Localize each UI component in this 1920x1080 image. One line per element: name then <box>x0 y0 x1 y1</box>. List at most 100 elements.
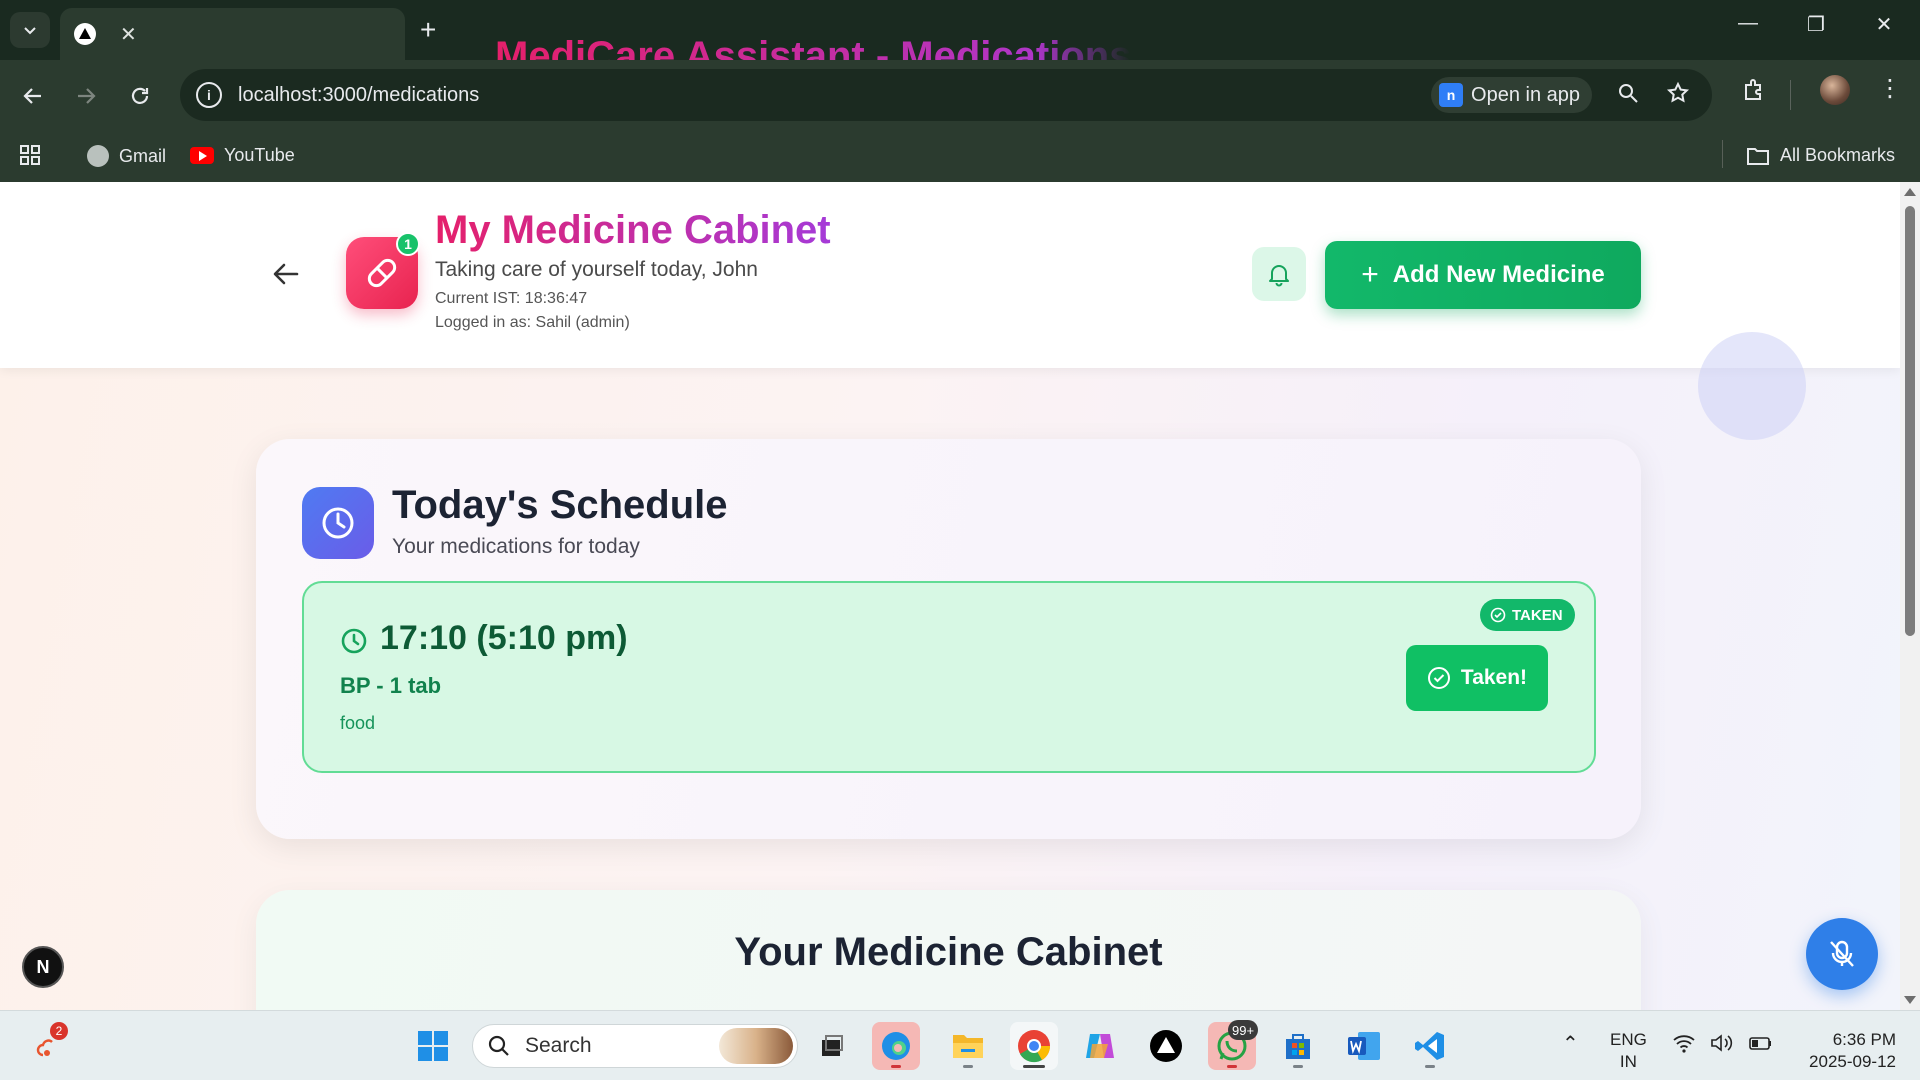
tab-close-icon[interactable]: ✕ <box>120 22 137 47</box>
app-logo-icon: n <box>1439 83 1464 107</box>
taskbar-whatsapp[interactable]: 99+ <box>1208 1020 1259 1070</box>
apps-grid-icon[interactable] <box>18 143 42 167</box>
page-scrollbar[interactable] <box>1900 182 1920 1010</box>
bookmark-youtube[interactable]: YouTube <box>190 145 295 166</box>
chrome-icon <box>1018 1030 1051 1063</box>
widgets-badge: 2 <box>50 1022 68 1040</box>
bookmark-label: Gmail <box>119 145 167 166</box>
taskbar-edge[interactable] <box>872 1022 920 1070</box>
language-indicator[interactable]: ENG IN <box>1610 1029 1647 1073</box>
todays-schedule-card: Today's Schedule Your medications for to… <box>256 439 1641 839</box>
forward-nav-button[interactable] <box>68 78 104 114</box>
windows-logo-icon <box>418 1031 448 1061</box>
triangle-app-icon <box>1150 1030 1182 1062</box>
scrollbar-thumb[interactable] <box>1905 206 1915 636</box>
site-info-icon[interactable]: i <box>196 82 222 108</box>
browser-menu-icon[interactable]: ⋮ <box>1878 74 1902 103</box>
plus-icon: + <box>1361 258 1379 291</box>
back-button[interactable] <box>268 256 304 292</box>
notifications-button[interactable] <box>1252 247 1306 301</box>
task-view-button[interactable] <box>808 1022 856 1070</box>
chevron-down-icon <box>24 27 36 35</box>
back-nav-button[interactable] <box>15 78 51 114</box>
taskbar-store[interactable] <box>1274 1022 1322 1070</box>
extensions-icon[interactable] <box>1741 77 1767 103</box>
reload-button[interactable] <box>122 78 158 114</box>
taskbar-word[interactable] <box>1340 1022 1388 1070</box>
mark-taken-button[interactable]: Taken! <box>1406 645 1548 711</box>
taskbar-search[interactable]: Search <box>472 1024 798 1068</box>
region-code: IN <box>1619 1052 1637 1071</box>
address-bar[interactable]: i localhost:3000/medications n Open in a… <box>180 69 1712 121</box>
all-bookmarks-button[interactable]: All Bookmarks <box>1746 145 1895 166</box>
search-highlight-image <box>719 1028 793 1064</box>
toolbar-divider <box>1790 80 1791 110</box>
copilot-icon <box>1086 1034 1114 1058</box>
dose-note: food <box>340 713 376 733</box>
bookmark-gmail[interactable]: Gmail <box>87 145 166 167</box>
running-indicator <box>1293 1065 1303 1068</box>
wifi-icon[interactable] <box>1672 1033 1696 1059</box>
restore-button[interactable]: ❐ <box>1796 12 1836 37</box>
scroll-up-icon[interactable] <box>1904 188 1916 196</box>
taskbar-app-vercel[interactable] <box>1142 1022 1190 1070</box>
tab-search-button[interactable] <box>10 12 50 48</box>
search-icon <box>488 1035 509 1056</box>
taken-button-label: Taken! <box>1460 666 1528 689</box>
reload-icon <box>131 87 149 104</box>
nextjs-dev-badge[interactable]: N <box>22 946 64 988</box>
store-icon <box>1286 1034 1310 1059</box>
active-indicator <box>1023 1065 1045 1068</box>
status-badge-label: TAKEN <box>1512 606 1563 624</box>
bookmark-star-icon[interactable] <box>1666 81 1690 105</box>
bookmarks-divider <box>1722 140 1723 168</box>
running-indicator <box>963 1065 973 1068</box>
zoom-icon[interactable] <box>1616 81 1640 105</box>
taskbar-chrome[interactable] <box>1010 1022 1058 1070</box>
system-clock[interactable]: 6:36 PM 2025-09-12 <box>1796 1029 1896 1073</box>
dose-card: 17:10 (5:10 pm) BP - 1 tab food TAKEN Ta… <box>302 581 1596 773</box>
page-title: My Medicine Cabinet <box>435 208 831 252</box>
browser-toolbar: i localhost:3000/medications n Open in a… <box>0 60 1920 130</box>
taskbar-file-explorer[interactable] <box>944 1022 992 1070</box>
show-hidden-icons-button[interactable]: ⌃ <box>1562 1033 1579 1055</box>
clock-icon <box>322 507 354 539</box>
new-tab-button[interactable]: + <box>420 14 436 46</box>
voice-assistant-button[interactable] <box>1806 918 1878 990</box>
bookmarks-bar: Gmail YouTube All Bookmarks <box>0 130 1920 182</box>
scroll-down-icon[interactable] <box>1904 996 1916 1004</box>
schedule-title: Today's Schedule <box>392 483 728 527</box>
taskbar-copilot[interactable] <box>1076 1022 1124 1070</box>
minimize-button[interactable]: — <box>1728 12 1768 35</box>
status-badge: TAKEN <box>1480 599 1575 631</box>
taskbar-vscode[interactable] <box>1406 1022 1454 1070</box>
clock-icon <box>341 628 367 654</box>
current-time-text: Current IST: 18:36:47 <box>435 290 588 307</box>
battery-icon[interactable] <box>1748 1033 1774 1059</box>
dose-time: 17:10 (5:10 pm) <box>380 619 628 657</box>
add-button-label: Add New Medicine <box>1392 261 1605 288</box>
close-window-button[interactable]: ✕ <box>1864 12 1904 37</box>
check-circle-icon <box>1490 607 1506 623</box>
language-code: ENG <box>1610 1030 1647 1049</box>
open-in-app-button[interactable]: n Open in app <box>1431 77 1592 113</box>
add-new-medicine-button[interactable]: + Add New Medicine <box>1325 241 1641 309</box>
cabinet-title: Your Medicine Cabinet <box>734 930 1163 974</box>
browser-tab-active[interactable]: MediCare Assistant - Medications ✕ <box>60 8 1131 78</box>
greeting-text: Taking care of yourself today, John <box>435 258 758 281</box>
app-favicon-icon <box>74 23 96 45</box>
pill-icon <box>367 258 397 288</box>
bell-icon <box>1269 265 1289 287</box>
vscode-icon <box>1415 1032 1444 1060</box>
widgets-button[interactable]: 2 <box>24 1022 72 1070</box>
logged-in-text: Logged in as: Sahil (admin) <box>435 314 630 331</box>
open-in-app-label: Open in app <box>1471 83 1580 106</box>
running-indicator <box>1227 1065 1237 1068</box>
whatsapp-badge: 99+ <box>1228 1020 1259 1040</box>
volume-icon[interactable] <box>1710 1033 1736 1059</box>
profile-avatar[interactable] <box>1820 75 1850 105</box>
clock-date: 2025-09-12 <box>1809 1052 1896 1071</box>
start-button[interactable] <box>409 1022 457 1070</box>
mic-off-icon <box>1830 940 1854 967</box>
arrow-left-icon <box>273 263 299 285</box>
